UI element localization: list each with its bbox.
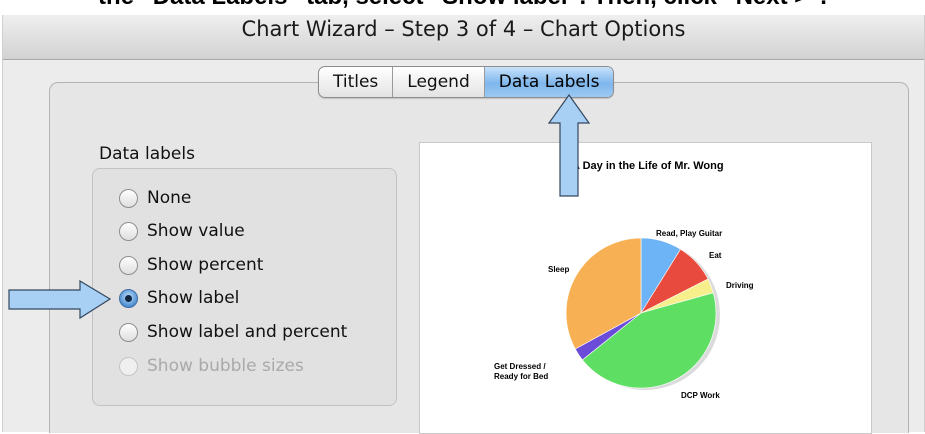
radio-label: Show value <box>147 221 245 241</box>
right-arrow-icon <box>8 280 112 320</box>
radio-label: Show percent <box>147 255 264 275</box>
tab-data-labels[interactable]: Data Labels <box>484 67 614 97</box>
radio-show-bubble-sizes: Show bubble sizes <box>119 354 304 378</box>
radio-label: Show label and percent <box>147 322 348 342</box>
caption-prefix: the “Data Labels” tab, select “ <box>98 0 442 10</box>
window-title: Chart Wizard – Step 3 of 4 – Chart Optio… <box>241 17 686 41</box>
slice-label-eat: Eat <box>709 251 722 260</box>
radio-label: None <box>147 188 192 208</box>
slice-label-get-dressed: Get Dressed / Ready for Bed <box>494 362 549 381</box>
radio-show-label[interactable]: Show label <box>119 286 239 310</box>
radio-button-icon[interactable] <box>119 255 138 275</box>
radio-show-percent[interactable]: Show percent <box>119 253 263 277</box>
tab-legend[interactable]: Legend <box>393 67 485 97</box>
radio-label: Show bubble sizes <box>147 356 304 376</box>
radio-none[interactable]: None <box>119 186 191 210</box>
radio-show-label-and-percent[interactable]: Show label and percent <box>119 320 347 344</box>
pointer-to-data-labels-tab <box>547 94 591 197</box>
chart-title: A Day in the Life of Mr. Wong <box>572 160 724 172</box>
pie-chart <box>565 237 720 390</box>
chart-preview: A Day in the Life of Mr. Wong Read, Play… <box>419 142 872 434</box>
radio-show-value[interactable]: Show value <box>119 219 245 243</box>
radio-button-icon[interactable] <box>119 221 138 241</box>
radio-button-selected-icon[interactable] <box>119 288 138 308</box>
instruction-caption: the “Data Labels” tab, select “Show labe… <box>0 0 925 13</box>
tab-titles[interactable]: Titles <box>319 67 394 97</box>
slice-label-read-play-guitar: Read, Play Guitar <box>656 229 723 238</box>
caption-suffix: ”. Then, click “Next >”. <box>568 0 827 10</box>
slice-label-sleep: Sleep <box>548 265 570 274</box>
pointer-to-show-label <box>8 280 112 320</box>
radio-button-icon[interactable] <box>119 322 138 342</box>
data-labels-group-title: Data labels <box>99 144 195 164</box>
window-titlebar[interactable]: Chart Wizard – Step 3 of 4 – Chart Optio… <box>3 15 924 60</box>
caption-bold-option: Show label <box>442 0 567 10</box>
up-arrow-icon <box>547 94 591 197</box>
slice-label-driving: Driving <box>726 281 754 290</box>
slice-label-dcp-work: DCP Work <box>681 391 720 400</box>
radio-button-disabled-icon <box>119 356 138 376</box>
radio-button-icon[interactable] <box>119 188 138 208</box>
radio-label: Show label <box>147 288 240 308</box>
